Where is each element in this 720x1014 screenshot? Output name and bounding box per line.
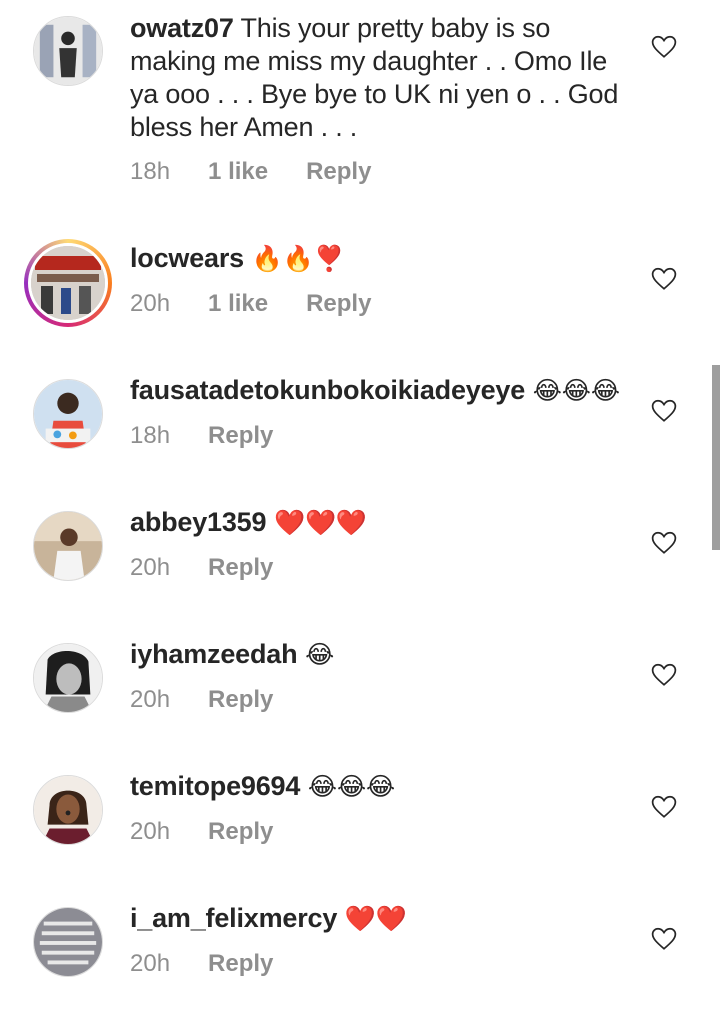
comment-time: 20h xyxy=(130,950,171,977)
avatar[interactable] xyxy=(33,379,103,449)
comment-time: 18h xyxy=(130,158,171,185)
comment-time: 18h xyxy=(130,422,171,449)
avatar-photo xyxy=(34,644,102,712)
avatar[interactable] xyxy=(33,16,103,86)
comment-text: fausatadetokunbokoikiadeyeye 😂😂😂 xyxy=(130,374,630,407)
reply-button[interactable]: Reply xyxy=(208,554,273,582)
comment-username[interactable]: owatz07 xyxy=(130,13,234,43)
comment-time: 20h xyxy=(130,554,171,581)
heart-outline-icon[interactable] xyxy=(651,267,677,291)
comment-body: 😂 xyxy=(297,640,335,669)
scrollbar-thumb[interactable] xyxy=(712,365,720,550)
comment-body: ❤️❤️ xyxy=(337,904,407,933)
comment-meta: 20h Reply xyxy=(130,554,311,582)
comment-username[interactable]: i_am_felixmercy xyxy=(130,903,337,933)
avatar[interactable] xyxy=(24,239,112,327)
avatar[interactable] xyxy=(33,907,103,977)
heart-outline-icon[interactable] xyxy=(651,795,677,819)
reply-button[interactable]: Reply xyxy=(208,818,273,846)
avatar[interactable] xyxy=(33,775,103,845)
reply-button[interactable]: Reply xyxy=(208,686,273,714)
comment-time: 20h xyxy=(130,818,171,845)
avatar-photo xyxy=(31,246,105,320)
comment-text: i_am_felixmercy ❤️❤️ xyxy=(130,902,630,935)
avatar-photo xyxy=(34,908,102,976)
comment-text: iyhamzeedah 😂 xyxy=(130,638,630,671)
heart-outline-icon[interactable] xyxy=(651,927,677,951)
avatar-story-ring xyxy=(28,243,108,323)
comment-text: locwears 🔥🔥❣️ xyxy=(130,242,630,275)
comment-meta: 20h 1 like Reply xyxy=(130,290,409,318)
comment-body: 😂😂😂 xyxy=(300,772,395,801)
comment-body: ❤️❤️❤️ xyxy=(266,508,367,537)
comment-body: 😂😂😂 xyxy=(525,376,620,405)
comment-meta: 20h Reply xyxy=(130,950,311,978)
comment-likes[interactable]: 1 like xyxy=(208,290,268,318)
reply-button[interactable]: Reply xyxy=(208,422,273,450)
heart-outline-icon[interactable] xyxy=(651,663,677,687)
avatar-photo xyxy=(34,776,102,844)
avatar[interactable] xyxy=(33,643,103,713)
comment-meta: 20h Reply xyxy=(130,818,311,846)
heart-outline-icon[interactable] xyxy=(651,35,677,59)
comment-meta: 18h Reply xyxy=(130,422,311,450)
comment-meta: 20h Reply xyxy=(130,686,311,714)
comment-meta: 18h 1 like Reply xyxy=(130,158,409,186)
comment-likes[interactable]: 1 like xyxy=(208,158,268,186)
comment-username[interactable]: fausatadetokunbokoikiadeyeye xyxy=(130,375,525,405)
comment-time: 20h xyxy=(130,686,171,713)
comment-body: 🔥🔥❣️ xyxy=(243,244,345,273)
avatar-photo xyxy=(34,380,102,448)
avatar-photo xyxy=(34,17,102,85)
comment-text: abbey1359 ❤️❤️❤️ xyxy=(130,506,630,539)
comment-username[interactable]: abbey1359 xyxy=(130,507,267,537)
heart-outline-icon[interactable] xyxy=(651,531,677,555)
comment-username[interactable]: locwears xyxy=(130,243,244,273)
comment-time: 20h xyxy=(130,290,171,317)
avatar[interactable] xyxy=(33,511,103,581)
comment-text: owatz07 This your pretty baby is so maki… xyxy=(130,12,630,144)
reply-button[interactable]: Reply xyxy=(306,290,371,318)
comment-username[interactable]: temitope9694 xyxy=(130,771,300,801)
comment-text: temitope9694 😂😂😂 xyxy=(130,770,630,803)
avatar-photo xyxy=(34,512,102,580)
reply-button[interactable]: Reply xyxy=(208,950,273,978)
reply-button[interactable]: Reply xyxy=(306,158,371,186)
comment-username[interactable]: iyhamzeedah xyxy=(130,639,298,669)
heart-outline-icon[interactable] xyxy=(651,399,677,423)
